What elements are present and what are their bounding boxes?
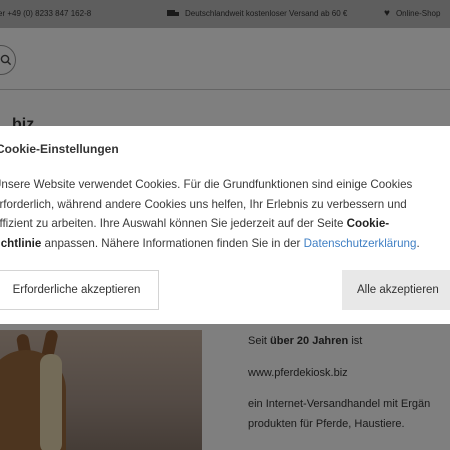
accept-required-button[interactable]: Erforderliche akzeptieren	[0, 270, 159, 310]
cookie-text-line: richtlinie anpassen. Nähere Informatione…	[0, 234, 450, 254]
cookie-dialog-text: Unsere Website verwendet Cookies. Für di…	[0, 175, 450, 253]
accept-all-button[interactable]: Alle akzeptieren	[342, 270, 450, 310]
cookie-dialog: Cookie-Einstellungen Unsere Website verw…	[0, 126, 450, 324]
cookie-text-line: effizient zu arbeiten. Ihre Auswahl könn…	[0, 217, 390, 230]
cookie-text-line: erforderlich, während andere Cookies uns…	[0, 197, 407, 211]
cookie-text-line: Unsere Website verwendet Cookies. Für di…	[0, 178, 413, 191]
privacy-policy-link[interactable]: Datenschutzerklärung	[304, 237, 417, 250]
cookie-policy-link[interactable]: Cookie-	[347, 217, 390, 230]
cookie-dialog-title: Cookie-Einstellungen	[0, 142, 119, 156]
cookie-policy-link-cont[interactable]: richtlinie	[0, 237, 41, 250]
